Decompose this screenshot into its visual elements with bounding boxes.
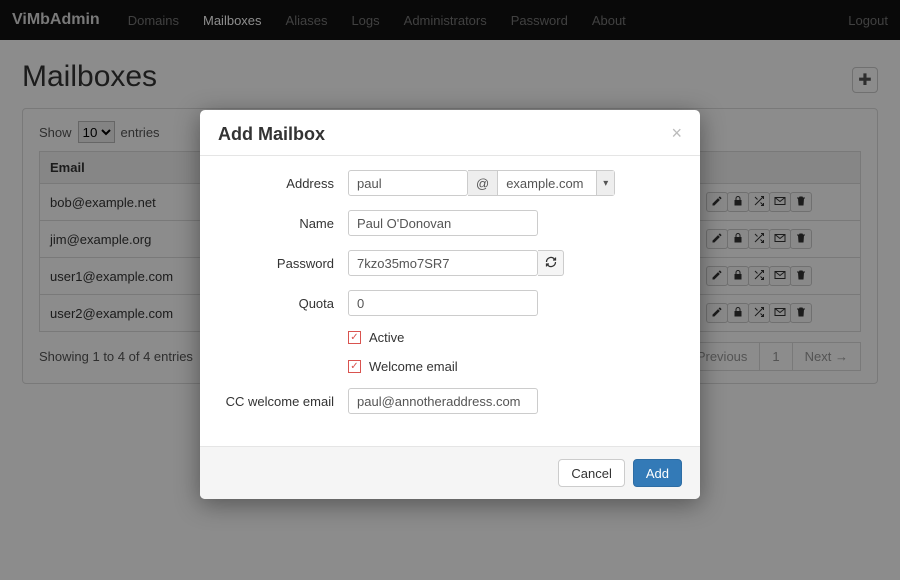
add-button[interactable]: Add [633, 459, 682, 487]
quota-input[interactable] [348, 290, 538, 316]
label-cc: CC welcome email [218, 394, 348, 409]
label-password: Password [218, 256, 348, 271]
name-input[interactable] [348, 210, 538, 236]
address-domain-select[interactable]: example.com ▾ [497, 170, 615, 196]
close-icon[interactable]: × [671, 124, 682, 142]
label-quota: Quota [218, 296, 348, 311]
label-address: Address [218, 176, 348, 191]
modal-title: Add Mailbox [218, 124, 325, 145]
active-label: Active [369, 330, 404, 345]
at-sign: @ [468, 170, 497, 196]
active-checkbox[interactable]: ✓ [348, 331, 361, 344]
welcome-checkbox[interactable]: ✓ [348, 360, 361, 373]
address-local-input[interactable] [348, 170, 468, 196]
refresh-icon [545, 256, 557, 271]
cancel-button[interactable]: Cancel [558, 459, 624, 487]
welcome-label: Welcome email [369, 359, 458, 374]
password-input[interactable] [348, 250, 538, 276]
cc-input[interactable] [348, 388, 538, 414]
address-domain-value: example.com [506, 176, 583, 191]
label-name: Name [218, 216, 348, 231]
add-mailbox-modal: Add Mailbox × Address @ example.com ▾ Na… [200, 110, 700, 499]
chevron-down-icon: ▾ [596, 171, 614, 195]
regenerate-password-button[interactable] [538, 250, 564, 276]
